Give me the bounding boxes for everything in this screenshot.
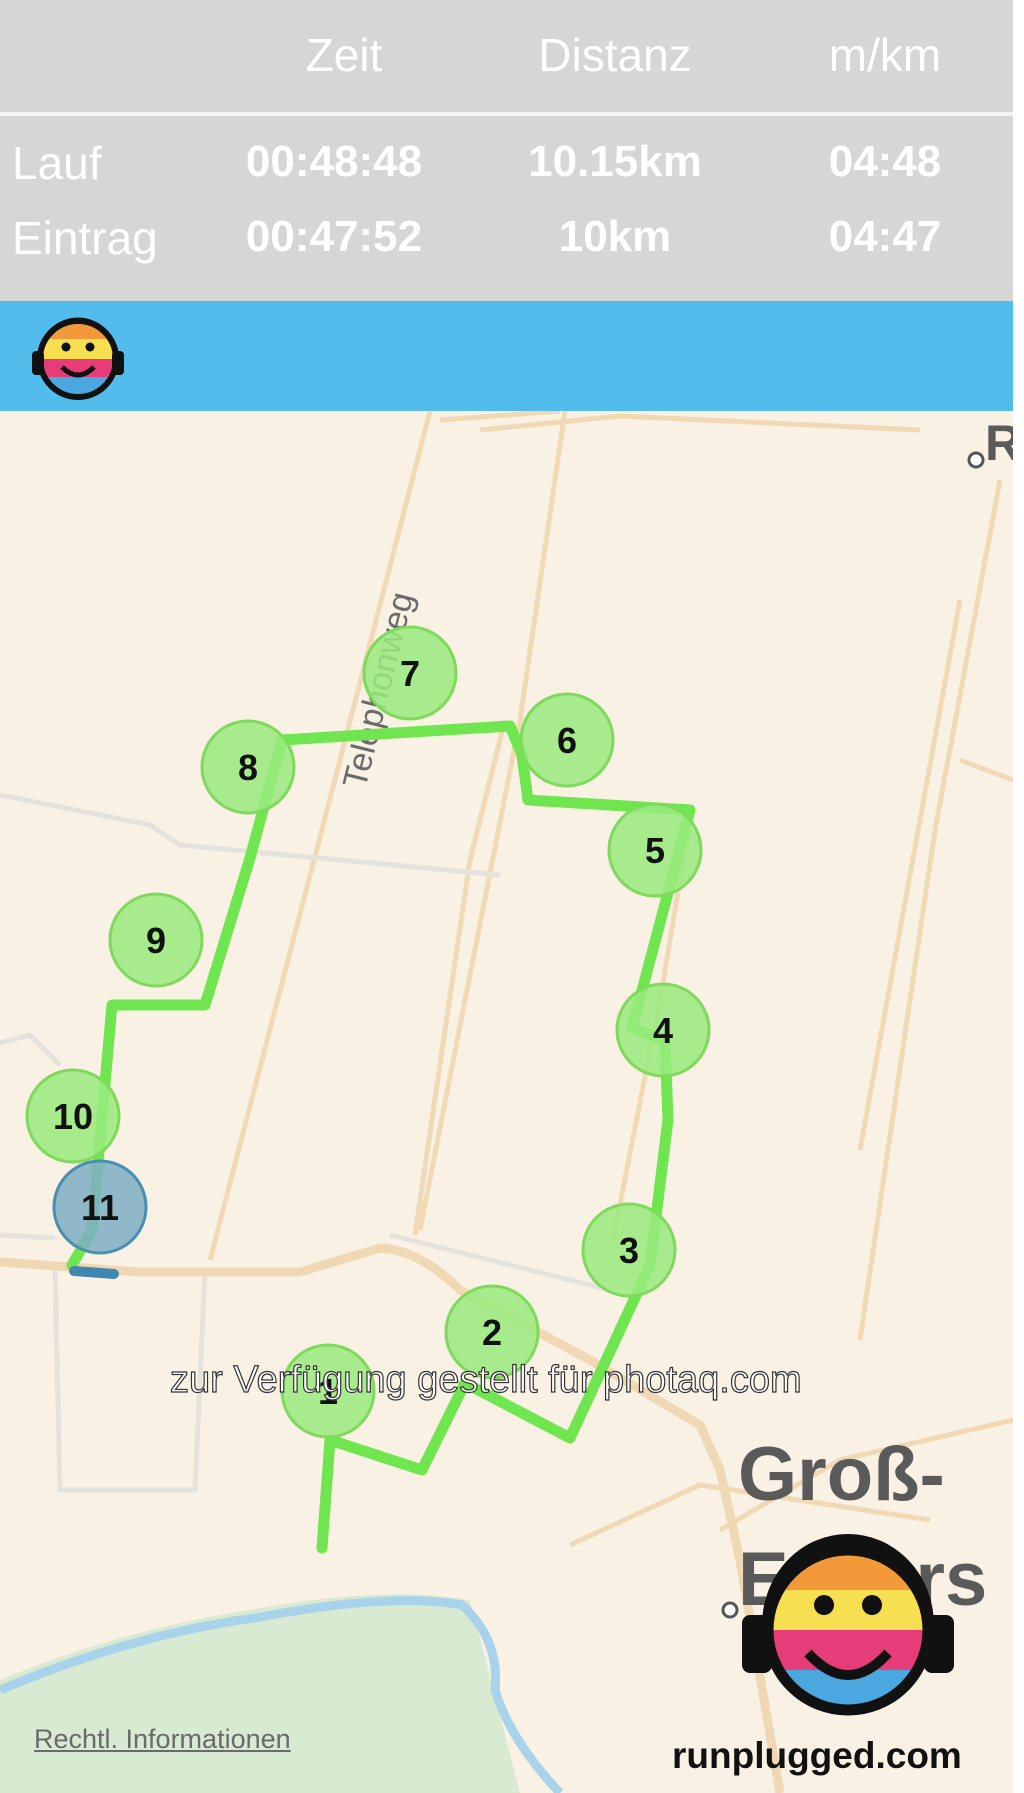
location-dot xyxy=(721,1601,739,1619)
lauf-distanz: 10.15km xyxy=(528,137,702,186)
corner-town-label: R xyxy=(985,415,1013,471)
eintrag-zeit: 00:47:52 xyxy=(245,212,423,261)
route-end-segment xyxy=(69,1266,119,1279)
km-marker-label: 9 xyxy=(146,920,166,961)
km-marker-label: 5 xyxy=(645,830,665,871)
smiley-headphones-logo-icon[interactable] xyxy=(28,311,128,403)
km-marker-label: 7 xyxy=(400,653,420,694)
lauf-pace: 04:48 xyxy=(828,137,942,186)
brand-website-label: runplugged.com xyxy=(672,1735,962,1776)
header-divider xyxy=(0,112,1013,116)
km-marker-label: 11 xyxy=(81,1187,119,1228)
watermark-text: zur Verfügung gestellt für photaq.com xyxy=(169,1358,802,1401)
route-path xyxy=(66,720,696,1554)
screen-edge xyxy=(1013,0,1024,1793)
km-marker-label: 2 xyxy=(482,1312,502,1353)
legal-information-link[interactable]: Rechtl. Informationen xyxy=(34,1724,291,1755)
location-dot xyxy=(967,451,985,469)
eintrag-pace: 04:47 xyxy=(828,212,942,261)
app-toolbar xyxy=(0,301,1013,411)
row-label-lauf: Lauf xyxy=(12,137,102,189)
app-screen: Zeit Distanz m/km Lauf 00:48:48 10.15km … xyxy=(0,0,1013,1793)
lauf-zeit: 00:48:48 xyxy=(245,137,423,186)
row-label-eintrag: Eintrag xyxy=(12,212,158,264)
km-marker-label: 10 xyxy=(53,1096,93,1137)
km-marker-label: 3 xyxy=(619,1230,639,1271)
column-header-distanz: Distanz xyxy=(538,29,692,81)
town-label-line1: Groß- xyxy=(738,1432,945,1517)
km-marker-label: 8 xyxy=(238,747,258,788)
eintrag-distanz: 10km xyxy=(558,212,672,261)
stats-panel: Zeit Distanz m/km Lauf 00:48:48 10.15km … xyxy=(0,0,1013,301)
column-header-pace: m/km xyxy=(828,29,942,81)
park-area xyxy=(0,1594,520,1793)
km-marker-label: 6 xyxy=(557,720,577,761)
runplugged-logo-icon xyxy=(742,1534,954,1716)
column-header-zeit: Zeit xyxy=(305,29,383,81)
km-marker-label: 4 xyxy=(653,1010,673,1051)
